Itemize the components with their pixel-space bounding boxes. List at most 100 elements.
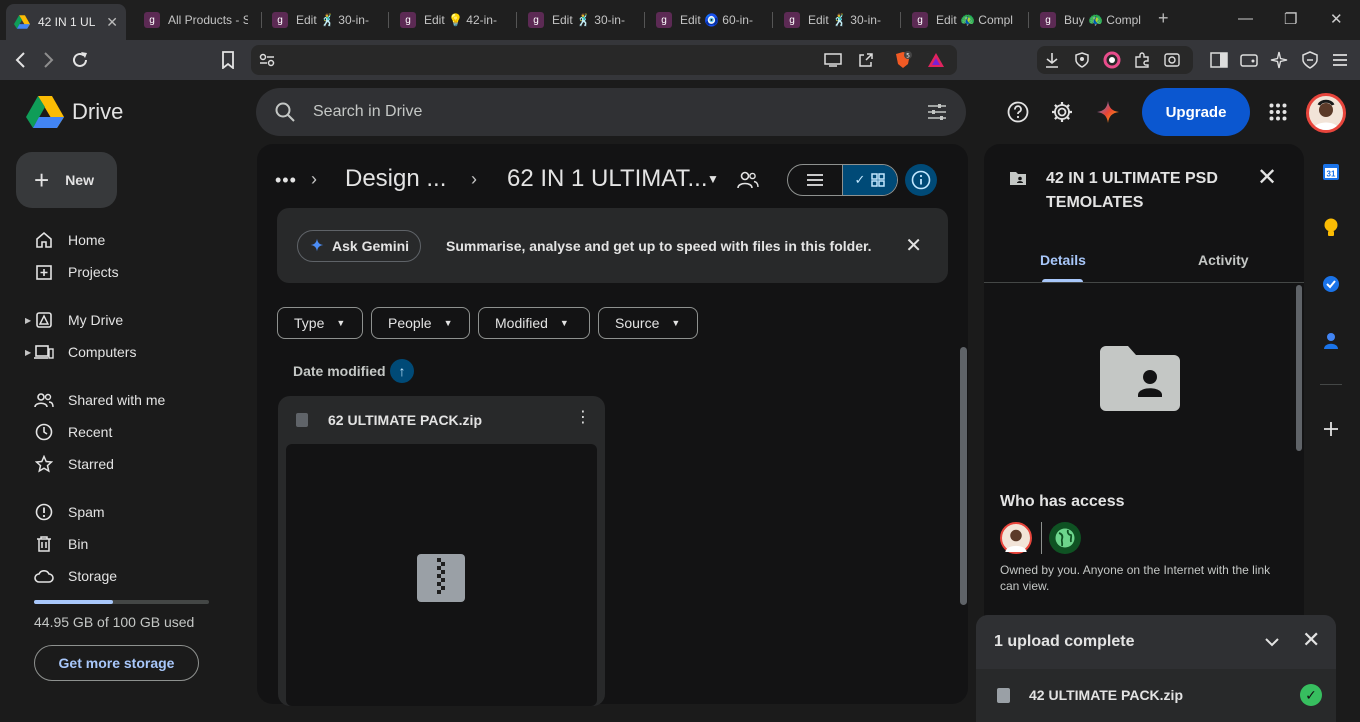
filter-chip-type[interactable]: Type ▼ bbox=[277, 307, 363, 339]
get-add-ons-plus-icon[interactable] bbox=[1320, 418, 1342, 440]
share-icon[interactable] bbox=[856, 50, 876, 70]
search-options-icon[interactable] bbox=[926, 101, 948, 123]
tab-details[interactable]: Details bbox=[1040, 252, 1086, 268]
close-upload-panel-icon[interactable]: ✕ bbox=[1302, 629, 1320, 651]
google-contacts-icon[interactable] bbox=[1320, 330, 1342, 352]
sidebar-item-my-drive[interactable]: My Drive bbox=[34, 308, 123, 332]
grid-view-button[interactable]: ✓ bbox=[842, 165, 897, 195]
sidebar-item-starred[interactable]: Starred bbox=[34, 452, 114, 476]
sort-direction-arrow-up-icon[interactable]: ↑ bbox=[390, 359, 414, 383]
forward-icon[interactable] bbox=[38, 49, 60, 71]
color-extension-icon[interactable] bbox=[1101, 49, 1123, 71]
tab-activity[interactable]: Activity bbox=[1198, 252, 1249, 268]
get-more-storage-button[interactable]: Get more storage bbox=[34, 645, 199, 681]
sidebar-item-shared-with-me[interactable]: Shared with me bbox=[34, 388, 165, 412]
sidebar-item-bin[interactable]: Bin bbox=[34, 532, 88, 556]
globe-icon[interactable] bbox=[1049, 522, 1081, 554]
filter-chip-source[interactable]: Source ▼ bbox=[598, 307, 698, 339]
menu-icon[interactable] bbox=[1329, 49, 1351, 71]
view-details-button[interactable] bbox=[905, 164, 937, 196]
search-icon[interactable] bbox=[274, 101, 296, 123]
tab-separator bbox=[388, 12, 389, 28]
collapse-chevron-icon[interactable] bbox=[1261, 631, 1283, 653]
puzzle-extensions-icon[interactable] bbox=[1131, 49, 1153, 71]
wallet-icon[interactable] bbox=[1238, 49, 1260, 71]
filter-chip-modified[interactable]: Modified ▼ bbox=[478, 307, 590, 339]
sidebar-toggle-icon[interactable] bbox=[1208, 49, 1230, 71]
list-view-button[interactable] bbox=[788, 165, 842, 195]
help-icon[interactable] bbox=[1006, 100, 1030, 124]
upgrade-button[interactable]: Upgrade bbox=[1142, 88, 1250, 136]
cast-icon[interactable] bbox=[823, 50, 843, 70]
more-actions-icon[interactable]: ⋮ bbox=[575, 410, 591, 426]
new-tab-button[interactable]: + bbox=[1158, 8, 1169, 29]
close-tab-icon[interactable]: ✕ bbox=[100, 14, 118, 31]
screenshot-extension-icon[interactable] bbox=[1161, 49, 1183, 71]
owner-avatar[interactable] bbox=[1000, 522, 1032, 554]
tab-gumroad-2[interactable]: g Edit 🕺 30-in- bbox=[264, 5, 384, 35]
minimize-icon[interactable]: — bbox=[1238, 10, 1253, 27]
gemini-sparkle-icon[interactable] bbox=[1096, 100, 1120, 124]
new-button[interactable]: + New bbox=[16, 152, 117, 208]
sidebar-item-computers[interactable]: Computers bbox=[34, 340, 136, 364]
ask-gemini-button[interactable]: Ask Gemini bbox=[297, 230, 421, 262]
brave-shields-icon[interactable]: 5 bbox=[893, 50, 913, 70]
expand-caret-icon[interactable]: ▶ bbox=[25, 316, 31, 325]
main-scrollbar[interactable] bbox=[960, 347, 967, 605]
sidebar-item-recent[interactable]: Recent bbox=[34, 420, 112, 444]
svg-text:31: 31 bbox=[1327, 170, 1336, 179]
apps-grid-icon[interactable] bbox=[1266, 100, 1290, 124]
tab-gumroad-1[interactable]: g All Products - S bbox=[136, 5, 256, 35]
address-bar[interactable]: 5 bbox=[251, 45, 957, 75]
caret-down-icon: ▼ bbox=[671, 318, 681, 328]
tab-drive[interactable]: 42 IN 1 UL ✕ bbox=[6, 4, 126, 40]
tab-gumroad-3[interactable]: g Edit 💡 42-in- bbox=[392, 5, 512, 35]
uploaded-file-name[interactable]: 42 ULTIMATE PACK.zip bbox=[1029, 687, 1183, 703]
sort-label[interactable]: Date modified bbox=[293, 363, 386, 379]
back-icon[interactable] bbox=[9, 49, 31, 71]
file-card[interactable]: 62 ULTIMATE PACK.zip ⋮ bbox=[278, 396, 605, 706]
google-drive-logo-icon[interactable] bbox=[26, 96, 64, 128]
bookmark-icon[interactable] bbox=[217, 49, 239, 71]
google-calendar-icon[interactable]: 31 bbox=[1320, 161, 1342, 183]
sidebar-item-projects[interactable]: Projects bbox=[34, 260, 119, 284]
leo-ai-icon[interactable] bbox=[1268, 49, 1290, 71]
shared-people-icon bbox=[34, 390, 54, 410]
sidebar-item-storage[interactable]: Storage bbox=[34, 564, 117, 588]
google-tasks-icon[interactable] bbox=[1320, 273, 1342, 295]
maximize-icon[interactable]: ❐ bbox=[1284, 10, 1297, 28]
account-avatar[interactable] bbox=[1306, 93, 1346, 133]
expand-caret-icon[interactable]: ▶ bbox=[25, 348, 31, 357]
reload-icon[interactable] bbox=[69, 49, 91, 71]
tab-gumroad-6[interactable]: g Edit 🕺 30-in- bbox=[776, 5, 896, 35]
breadcrumb-current-folder[interactable]: 62 IN 1 ULTIMAT... bbox=[507, 165, 708, 193]
brave-rewards-icon[interactable] bbox=[926, 50, 946, 70]
google-keep-icon[interactable] bbox=[1320, 217, 1342, 239]
sidebar-item-home[interactable]: Home bbox=[34, 228, 105, 252]
window-close-icon[interactable]: ✕ bbox=[1330, 10, 1343, 28]
divider bbox=[1041, 522, 1042, 554]
breadcrumb-overflow-button[interactable]: ••• bbox=[275, 170, 297, 191]
close-icon[interactable]: ✕ bbox=[905, 236, 922, 256]
gemini-banner-message: Summarise, analyse and get up to speed w… bbox=[446, 238, 872, 254]
search-input[interactable]: Search in Drive bbox=[313, 103, 422, 121]
vpn-icon[interactable] bbox=[1299, 49, 1321, 71]
tab-gumroad-5[interactable]: g Edit 🧿 60-in- bbox=[648, 5, 768, 35]
download-icon[interactable] bbox=[1041, 49, 1063, 71]
filter-chip-people[interactable]: People ▼ bbox=[371, 307, 470, 339]
site-settings-icon[interactable] bbox=[257, 50, 277, 70]
shield-extension-icon[interactable] bbox=[1071, 49, 1093, 71]
tab-gumroad-4[interactable]: g Edit 🕺 30-in- bbox=[520, 5, 640, 35]
folder-actions-dropdown-icon[interactable]: ▼ bbox=[707, 172, 719, 186]
breadcrumb-parent[interactable]: Design ... bbox=[345, 165, 446, 193]
view-layout-toggle: ✓ bbox=[787, 164, 898, 196]
settings-gear-icon[interactable] bbox=[1050, 100, 1074, 124]
sidebar-item-spam[interactable]: Spam bbox=[34, 500, 105, 524]
shared-folder-people-icon[interactable] bbox=[737, 170, 759, 190]
close-details-icon[interactable]: ✕ bbox=[1257, 166, 1277, 190]
details-scrollbar[interactable] bbox=[1296, 285, 1302, 451]
tab-separator bbox=[644, 12, 645, 28]
search-bar[interactable]: Search in Drive bbox=[256, 88, 966, 136]
tab-gumroad-8[interactable]: g Buy 🦚 Compl bbox=[1032, 5, 1152, 35]
tab-gumroad-7[interactable]: g Edit 🦚 Compl bbox=[904, 5, 1024, 35]
